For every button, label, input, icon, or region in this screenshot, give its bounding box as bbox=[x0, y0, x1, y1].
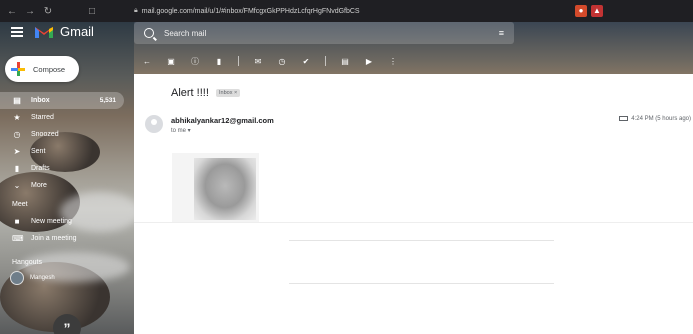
sidebar-item-label: Drafts bbox=[31, 165, 50, 172]
extension-icon[interactable]: ● bbox=[575, 5, 587, 17]
sidebar-item-snoozed[interactable]: ◷ Snoozed bbox=[0, 126, 130, 143]
attachment-icon bbox=[619, 116, 629, 121]
label-icon[interactable]: ▶ bbox=[364, 57, 374, 66]
compose-button[interactable]: Compose bbox=[5, 56, 79, 82]
sidebar-nav: ▤ Inbox 5,531 ★ Starred ◷ Snoozed ➤ Sent… bbox=[0, 92, 130, 194]
forward-icon[interactable]: → bbox=[24, 6, 36, 17]
hangouts-user[interactable]: Mangesh bbox=[10, 271, 55, 285]
sidebar-item-label: More bbox=[31, 182, 47, 189]
url-text: mail.google.com/mail/u/1/#inbox/FMfcgxGk… bbox=[141, 7, 360, 15]
archive-icon[interactable]: ▣ bbox=[166, 57, 176, 66]
hangouts-section-title: Hangouts bbox=[12, 259, 42, 266]
sidebar-item-sent[interactable]: ➤ Sent bbox=[0, 143, 130, 160]
draft-icon: ▮ bbox=[14, 164, 20, 173]
email-subject: Alert !!!! bbox=[171, 87, 209, 99]
email-image[interactable] bbox=[172, 153, 259, 223]
back-arrow-icon[interactable]: ← bbox=[142, 57, 152, 66]
divider bbox=[289, 240, 554, 241]
sender-avatar bbox=[145, 115, 163, 133]
browser-toolbar: ← → ↻ □ 🔒︎ mail.google.com/mail/u/1/#inb… bbox=[0, 0, 693, 22]
compose-label: Compose bbox=[33, 64, 66, 74]
meet-section-title: Meet bbox=[12, 201, 28, 208]
sidebar-item-label: Sent bbox=[31, 148, 46, 155]
main-menu-icon[interactable] bbox=[11, 27, 23, 37]
sidebar-item-label: Snoozed bbox=[31, 131, 59, 138]
sender-email[interactable]: abhikalyankar12@gmail.com bbox=[171, 116, 274, 125]
star-icon: ★ bbox=[13, 113, 21, 122]
sidebar-item-inbox[interactable]: ▤ Inbox 5,531 bbox=[0, 92, 124, 109]
add-task-icon[interactable]: ✔ bbox=[301, 57, 311, 66]
sidebar-item-starred[interactable]: ★ Starred bbox=[0, 109, 130, 126]
gmail-logo-icon[interactable] bbox=[34, 25, 54, 39]
email-time-text: 4:24 PM (5 hours ago) bbox=[631, 116, 691, 123]
delete-icon[interactable]: ▮ bbox=[214, 57, 224, 66]
warning-icon[interactable]: ▲ bbox=[591, 5, 603, 17]
email-view: Alert !!!! Inbox × abhikalyankar12@gmail… bbox=[134, 74, 693, 334]
back-icon[interactable]: ← bbox=[6, 6, 18, 17]
inbox-label-chip[interactable]: Inbox × bbox=[216, 89, 241, 97]
sidebar-item-label: Starred bbox=[31, 114, 54, 121]
clock-icon: ◷ bbox=[13, 130, 21, 139]
hangouts-quote-icon[interactable]: ” bbox=[53, 314, 81, 334]
snooze-icon[interactable]: ◷ bbox=[277, 57, 287, 66]
report-spam-icon[interactable]: ⓘ bbox=[190, 56, 200, 67]
toolbar-divider bbox=[238, 56, 239, 66]
lock-icon: 🔒︎ bbox=[134, 7, 138, 14]
search-input[interactable] bbox=[164, 28, 484, 38]
divider bbox=[134, 222, 693, 223]
divider bbox=[289, 283, 554, 284]
unread-count: 5,531 bbox=[99, 97, 116, 104]
keyboard-icon: ⌨ bbox=[12, 234, 24, 243]
video-camera-icon: ■ bbox=[14, 217, 20, 226]
reload-icon[interactable]: ↻ bbox=[42, 6, 54, 17]
search-icon[interactable] bbox=[144, 28, 154, 38]
extensions: ● ▲ bbox=[575, 5, 603, 17]
mark-unread-icon[interactable]: ✉ bbox=[253, 57, 263, 66]
join-meeting-button[interactable]: ⌨ Join a meeting bbox=[12, 234, 77, 243]
search-options-icon[interactable]: ≡ bbox=[499, 28, 504, 38]
chevron-down-icon: ⌄ bbox=[13, 181, 21, 190]
sidebar-item-more[interactable]: ⌄ More bbox=[0, 177, 130, 194]
recipient-toggle[interactable]: to me ▾ bbox=[171, 127, 191, 134]
new-meeting-label: New meeting bbox=[31, 218, 72, 225]
search-bar[interactable]: ≡ bbox=[134, 22, 514, 44]
email-timestamp: 4:24 PM (5 hours ago) bbox=[619, 116, 691, 122]
move-to-icon[interactable]: ▤ bbox=[340, 57, 350, 66]
join-meeting-label: Join a meeting bbox=[31, 235, 77, 242]
photo-placeholder bbox=[194, 158, 256, 220]
address-bar[interactable]: 🔒︎ mail.google.com/mail/u/1/#inbox/FMfcg… bbox=[134, 4, 594, 19]
message-toolbar: ← ▣ ⓘ ▮ ✉ ◷ ✔ ▤ ▶ ⋮ bbox=[134, 52, 693, 70]
app-name: Gmail bbox=[60, 24, 94, 39]
more-options-icon[interactable]: ⋮ bbox=[388, 57, 398, 66]
new-meeting-button[interactable]: ■ New meeting bbox=[12, 217, 72, 226]
hangouts-user-name: Mangesh bbox=[30, 275, 55, 281]
tab-icon[interactable]: □ bbox=[86, 6, 98, 17]
plus-icon bbox=[11, 62, 25, 76]
inbox-icon: ▤ bbox=[13, 96, 21, 105]
sidebar-item-drafts[interactable]: ▮ Drafts bbox=[0, 160, 130, 177]
send-icon: ➤ bbox=[13, 147, 21, 156]
toolbar-divider bbox=[325, 56, 326, 66]
avatar bbox=[10, 271, 24, 285]
sidebar-item-label: Inbox bbox=[31, 97, 50, 104]
